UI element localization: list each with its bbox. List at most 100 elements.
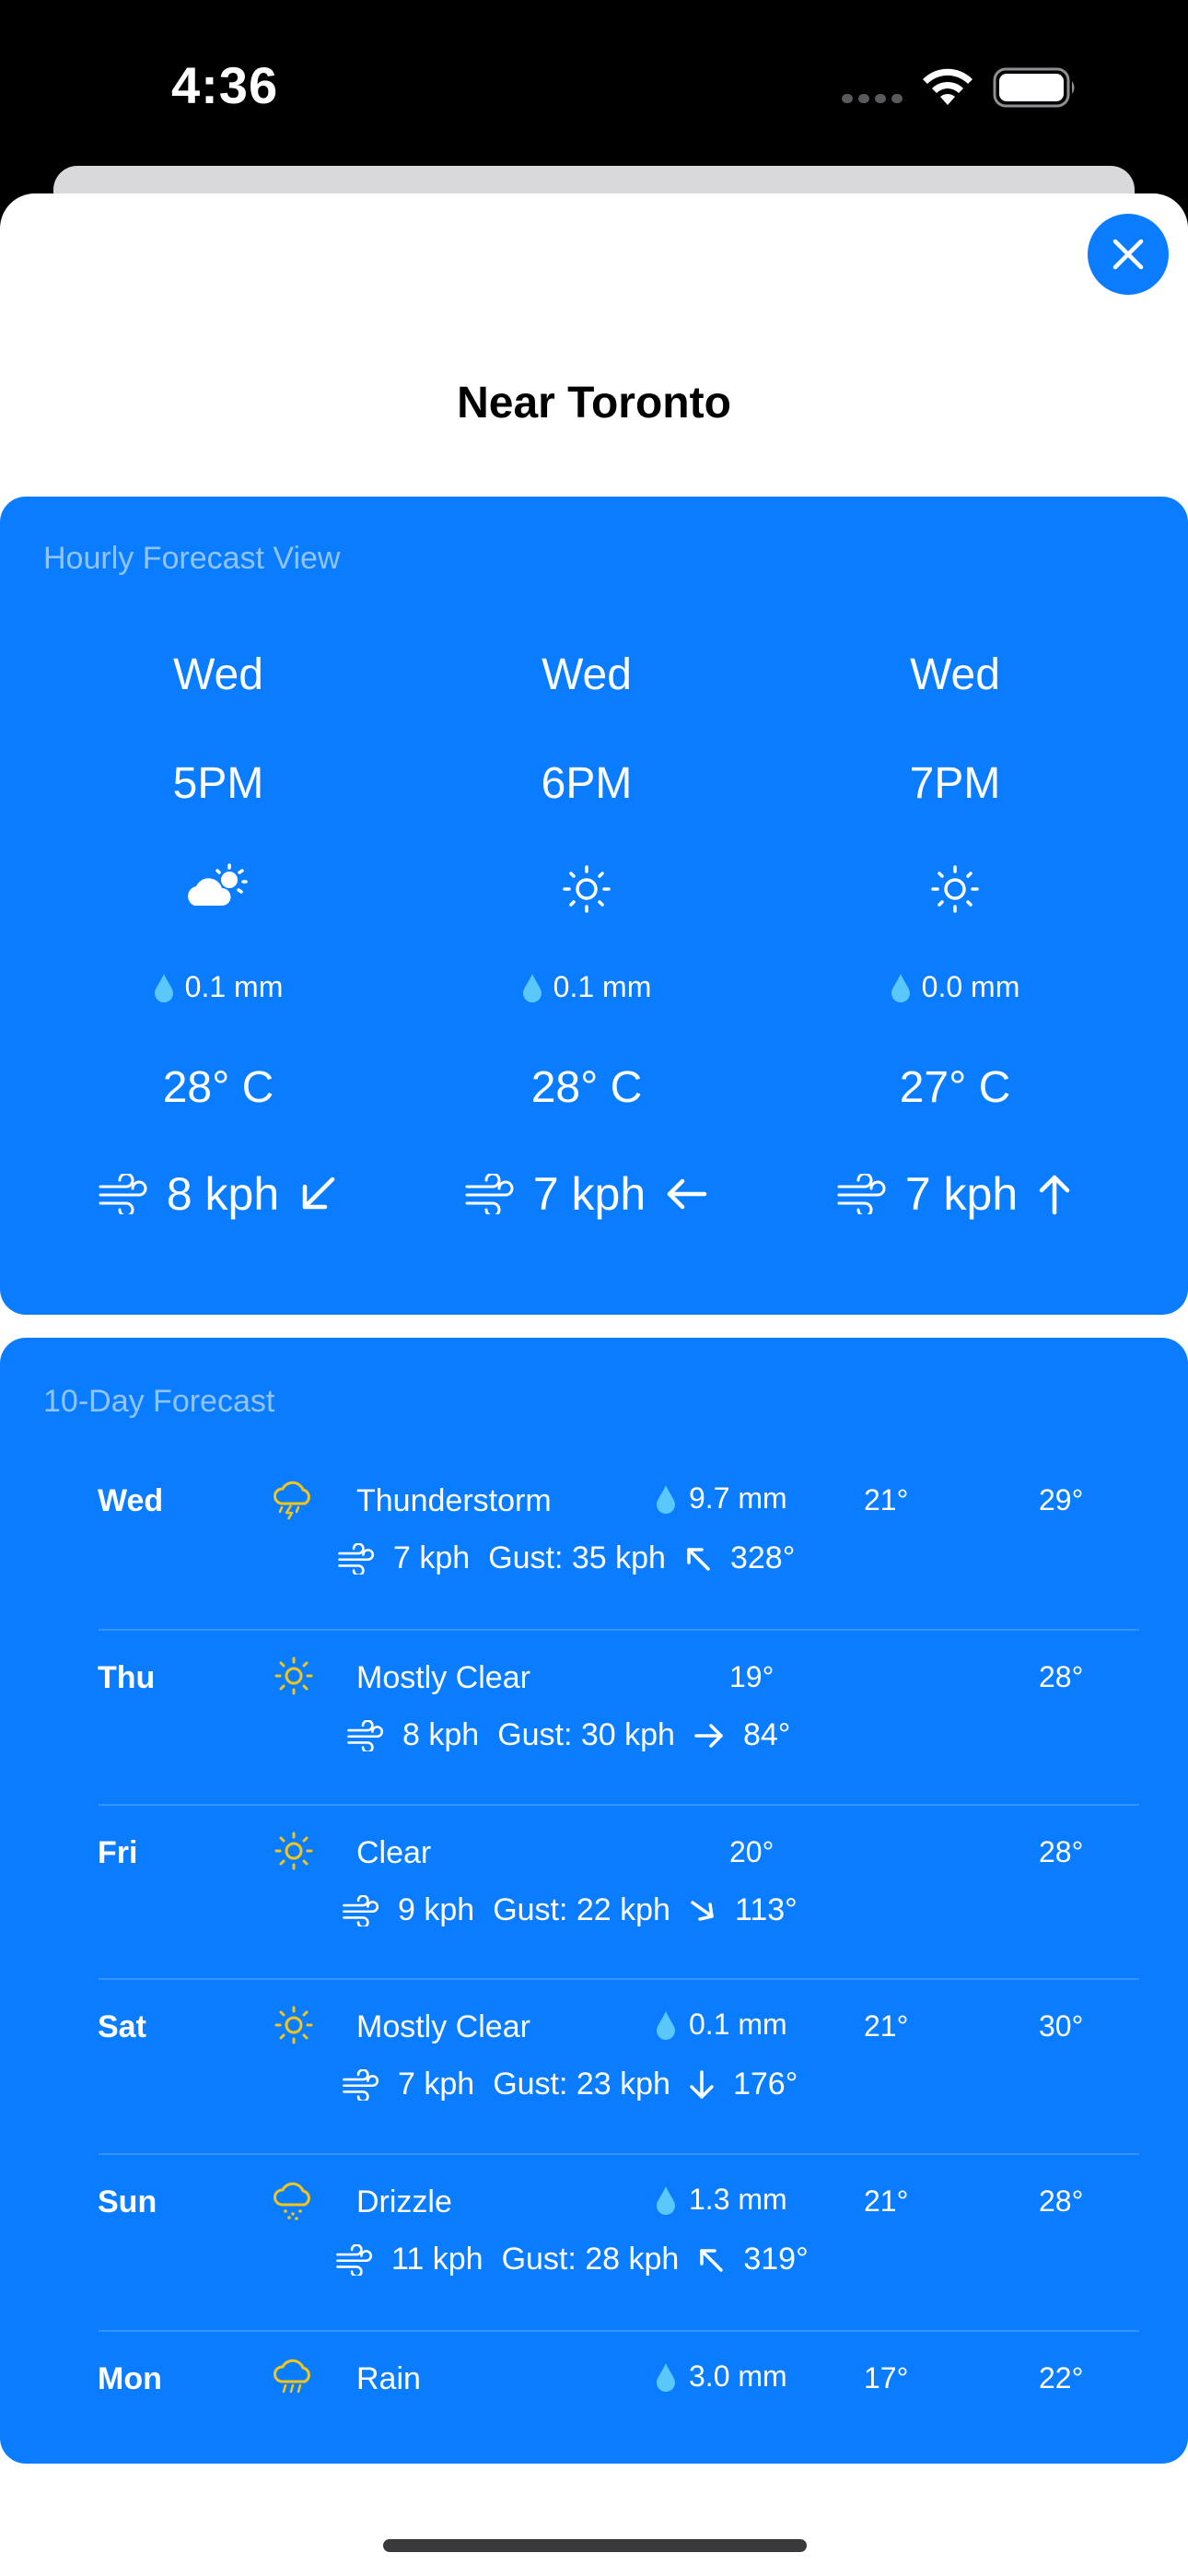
hourly-day: Wed <box>910 650 1000 699</box>
sun-icon <box>771 863 1139 919</box>
high-temp: 28° <box>1039 1835 1084 1868</box>
precip-amount: 9.7 mm <box>689 1481 787 1515</box>
row-divider <box>99 2330 1139 2332</box>
high-temp: 29° <box>1039 1483 1084 1516</box>
battery-icon <box>993 67 1075 108</box>
hourly-temp: 27° C <box>899 1063 1011 1112</box>
low-temp: 21° <box>864 1483 909 1516</box>
wind-degrees: 319° <box>743 2242 809 2277</box>
day-name: Sun <box>98 2184 157 2219</box>
rain-icon <box>274 2359 310 2394</box>
condition-label: Mostly Clear <box>356 1660 530 1695</box>
hourly-precip: 0.1 mm <box>184 970 284 1003</box>
condition-label: Mostly Clear <box>356 2009 530 2044</box>
condition-label: Clear <box>356 1835 432 1870</box>
daily-heading: 10-Day Forecast <box>43 1384 275 1419</box>
hourly-precip: 0.1 mm <box>553 970 652 1003</box>
arrow-down-right-icon <box>691 1900 714 1921</box>
wind-icon <box>837 1174 886 1214</box>
wind-gust: Gust: 30 kph <box>497 1717 675 1752</box>
day-name: Sat <box>98 2009 146 2044</box>
wind-gust: Gust: 35 kph <box>488 1540 666 1575</box>
condition-label: Drizzle <box>356 2184 452 2219</box>
precip-amount: 0.1 mm <box>689 2008 787 2041</box>
wind-degrees: 113° <box>734 1892 798 1927</box>
wind-icon <box>343 1894 379 1926</box>
wind-speed: 7 kph <box>398 2067 475 2102</box>
arrow-up-icon <box>1039 1175 1070 1215</box>
wind-icon <box>338 1542 375 1575</box>
hourly-wind-speed: 8 kph <box>166 1168 280 1220</box>
low-temp: 17° <box>864 2361 909 2395</box>
day-name: Fri <box>98 1835 138 1870</box>
hourly-time: 6PM <box>541 759 633 808</box>
thunderstorm-icon <box>274 1481 310 1520</box>
precip-amount: 1.3 mm <box>689 2183 787 2216</box>
low-temp: 21° <box>864 2184 909 2218</box>
wind-icon <box>343 2068 379 2101</box>
precip-amount: 3.0 mm <box>689 2359 787 2393</box>
forecast-row-mon[interactable]: Mon Rain 3.0 mm 17° 22° <box>0 2330 1188 2464</box>
hourly-temp: 28° C <box>162 1063 274 1112</box>
condition-label: Thunderstorm <box>356 1483 552 1518</box>
wind-speed: 9 kph <box>398 1892 475 1927</box>
high-temp: 22° <box>1039 2361 1084 2395</box>
close-icon <box>1112 239 1144 270</box>
status-bar: 4:36 <box>0 0 1188 175</box>
hourly-wind-speed: 7 kph <box>532 1168 646 1220</box>
wind-degrees: 176° <box>732 2067 798 2102</box>
drizzle-icon <box>274 2182 310 2220</box>
arrow-right-icon <box>694 1723 723 1748</box>
hourly-wind-speed: 7 kph <box>904 1168 1019 1220</box>
row-divider <box>99 2153 1139 2155</box>
wind-gust: Gust: 22 kph <box>493 1892 670 1927</box>
raindrop-icon <box>657 1484 675 1514</box>
forecast-row-thu[interactable]: Thu Mostly Clear 19° 28° 8 kph Gust: 30 … <box>0 1629 1188 1835</box>
hourly-forecast-card[interactable]: Hourly Forecast View Wed 5PM 0.1 mm 28° … <box>0 497 1188 1315</box>
high-temp: 28° <box>1039 1660 1084 1693</box>
screen: 4:36 Near Toronto Hourly Forecast View W… <box>0 0 1188 2576</box>
home-indicator[interactable] <box>383 2539 807 2552</box>
wind-icon <box>99 1174 147 1214</box>
low-temp: 21° <box>864 2009 909 2043</box>
wind-icon <box>347 1719 384 1751</box>
wind-degrees: 84° <box>742 1717 791 1752</box>
row-divider <box>99 1978 1139 1980</box>
wifi-icon <box>923 68 973 105</box>
wind-speed: 11 kph <box>391 2242 483 2277</box>
forecast-row-wed[interactable]: Wed Thunderstorm 9.7 mm 21° 29° 7 kph Gu… <box>0 1481 1188 1658</box>
high-temp: 30° <box>1039 2009 1084 2043</box>
location-title: Near Toronto <box>457 379 731 427</box>
low-temp: 19° <box>729 1660 775 1693</box>
wind-icon <box>336 2243 373 2276</box>
arrow-up-left-icon <box>687 1547 710 1571</box>
wind-icon <box>465 1174 514 1214</box>
day-name: Wed <box>98 1483 164 1518</box>
hourly-day: Wed <box>173 650 263 699</box>
wind-degrees: 328° <box>729 1540 796 1575</box>
sun-icon <box>274 2006 313 2044</box>
hourly-item: Wed 7PM 0.0 mm 27° C 7 kph <box>771 497 1139 1315</box>
partly-cloudy-icon <box>34 863 402 919</box>
forecast-row-sat[interactable]: Sat Mostly Clear 0.1 mm 21° 30° 7 kph Gu… <box>0 1978 1188 2184</box>
wind-speed: 8 kph <box>402 1717 480 1752</box>
close-button[interactable] <box>1088 214 1169 295</box>
hourly-item: Wed 6PM 0.1 mm 28° C 7 kph <box>402 497 771 1315</box>
low-temp: 20° <box>729 1835 775 1868</box>
forecast-row-sun[interactable]: Sun Drizzle 1.3 mm 21° 28° 11 kph Gust: … <box>0 2153 1188 2359</box>
row-divider <box>99 1629 1139 1631</box>
wind-gust: Gust: 28 kph <box>501 2242 680 2277</box>
raindrop-icon <box>657 2362 675 2392</box>
ten-day-forecast-card[interactable]: 10-Day Forecast Wed Thunderstorm 9.7 mm … <box>0 1338 1188 2464</box>
forecast-row-fri[interactable]: Fri Clear 20° 28° 9 kph Gust: 22 kph 113… <box>0 1804 1188 2010</box>
hourly-precip: 0.0 mm <box>921 970 1020 1003</box>
condition-label: Rain <box>356 2361 421 2396</box>
arrow-down-icon <box>690 2069 714 2099</box>
row-divider <box>99 1804 1139 1806</box>
hourly-day: Wed <box>542 650 632 699</box>
high-temp: 28° <box>1039 2184 1084 2218</box>
arrow-up-left-icon <box>700 2248 724 2272</box>
raindrop-icon <box>657 2010 675 2040</box>
hourly-time: 7PM <box>909 759 1001 808</box>
arrow-down-left-icon <box>302 1177 335 1210</box>
